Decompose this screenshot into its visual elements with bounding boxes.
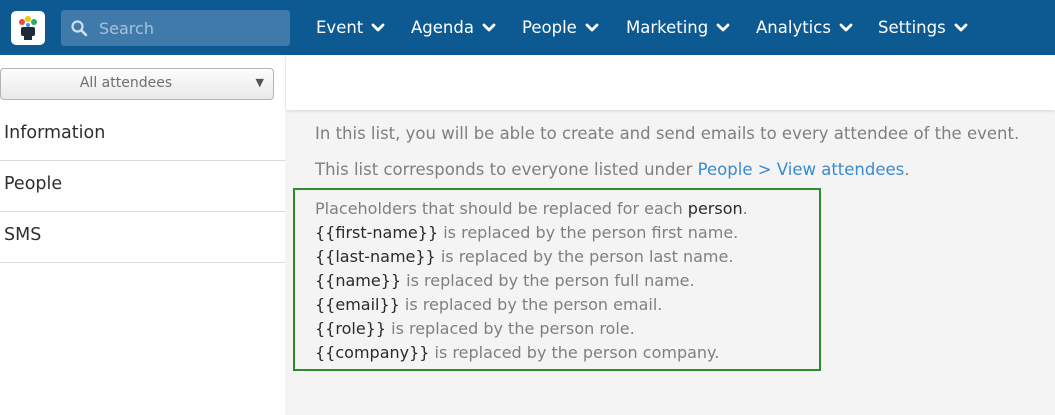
placeholder-description: is replaced by the person company. [429,343,720,362]
search-icon [71,20,88,37]
placeholder-description: is replaced by the person email. [399,295,663,314]
sidebar-item-sms[interactable]: SMS [0,212,285,263]
chevron-down-icon [371,23,385,31]
chevron-down-icon [482,23,496,31]
search-box[interactable] [61,10,290,46]
list-description-prefix: This list corresponds to everyone listed… [315,160,698,179]
placeholder-token: {{name}} [315,271,402,290]
attendee-filter-select[interactable]: All attendees ▼ [0,68,274,100]
logo-icon [19,16,37,40]
nav-agenda[interactable]: Agenda [411,0,496,55]
placeholder-token: {{company}} [315,343,430,362]
placeholder-description: is replaced by the person first name. [438,223,739,242]
placeholder-description: is replaced by the person role. [386,319,635,338]
content-header-panel [286,55,1055,110]
view-attendees-link[interactable]: People > View attendees [698,160,905,179]
sidebar: All attendees ▼ Information People SMS [0,55,285,415]
nav-people-label: People [522,18,577,37]
nav-analytics-label: Analytics [756,18,831,37]
placeholder-row-last-name: {{last-name}} is replaced by the person … [315,247,733,266]
app-logo[interactable] [11,11,45,45]
nav-people[interactable]: People [522,0,599,55]
placeholder-token: {{first-name}} [315,223,439,242]
nav-event[interactable]: Event [316,0,385,55]
placeholder-token: {{last-name}} [315,247,436,266]
search-input[interactable] [99,10,284,46]
dropdown-arrow-icon: ▼ [255,76,264,89]
list-description: This list corresponds to everyone listed… [315,160,910,179]
nav-analytics[interactable]: Analytics [756,0,853,55]
sidebar-item-label: Information [4,123,106,143]
nav-settings[interactable]: Settings [878,0,968,55]
sidebar-item-people[interactable]: People [0,161,285,212]
top-nav-bar: Event Agenda People Marketing Analytics … [0,0,1055,55]
placeholder-row-company: {{company}} is replaced by the person co… [315,343,719,362]
chevron-down-icon [585,23,599,31]
placeholders-header-emph: person [687,199,743,218]
sidebar-item-information[interactable]: Information [0,110,285,161]
nav-event-label: Event [316,18,364,37]
chevron-down-icon [954,23,968,31]
intro-text: In this list, you will be able to create… [315,124,1020,143]
placeholder-token: {{email}} [315,295,400,314]
list-description-suffix: . [904,160,910,179]
placeholder-row-first-name: {{first-name}} is replaced by the person… [315,223,738,242]
nav-settings-label: Settings [878,18,946,37]
placeholders-header-suffix: . [742,199,748,218]
nav-agenda-label: Agenda [411,18,474,37]
placeholder-row-email: {{email}} is replaced by the person emai… [315,295,662,314]
placeholder-description: is replaced by the person full name. [401,271,695,290]
sidebar-item-label: People [4,174,63,194]
nav-marketing[interactable]: Marketing [626,0,730,55]
attendee-filter-value: All attendees [79,75,173,91]
placeholder-row-role: {{role}} is replaced by the person role. [315,319,635,338]
placeholders-header-prefix: Placeholders that should be replaced for… [315,199,688,218]
chevron-down-icon [839,23,853,31]
chevron-down-icon [716,23,730,31]
placeholders-header: Placeholders that should be replaced for… [315,199,748,218]
placeholder-token: {{role}} [315,319,387,338]
placeholder-description: is replaced by the person last name. [435,247,734,266]
nav-marketing-label: Marketing [626,18,709,37]
sidebar-item-label: SMS [4,225,42,245]
placeholder-row-name: {{name}} is replaced by the person full … [315,271,695,290]
